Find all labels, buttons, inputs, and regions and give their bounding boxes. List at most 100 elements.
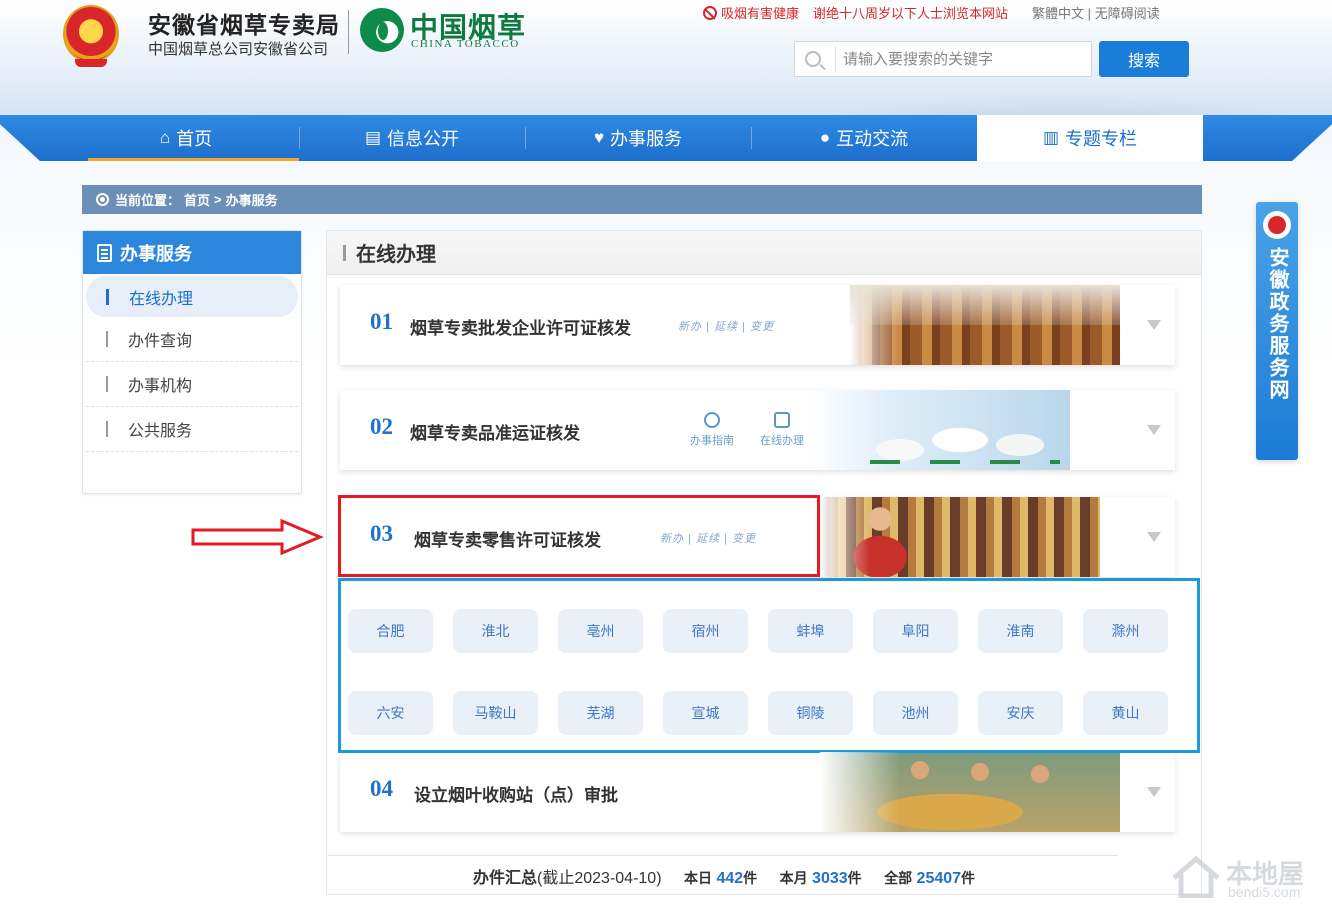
month-count: 3033 — [812, 870, 848, 887]
nav-home[interactable]: ⌂ 首页 — [73, 115, 299, 161]
compass-icon — [704, 412, 720, 428]
breadcrumb-prefix: 当前位置： — [115, 193, 181, 208]
sidebar-item-label: 公共服务 — [128, 423, 193, 440]
city-button-chizhou[interactable]: 池州 — [873, 691, 958, 735]
guide-link[interactable]: 办事指南 — [682, 412, 742, 448]
search-icon — [805, 51, 821, 67]
gov-service-logo-icon — [1263, 211, 1291, 239]
service-name: 烟草专卖品准运证核发 — [410, 424, 580, 443]
today-count: 442 — [716, 870, 744, 887]
service-card-03[interactable]: 03 烟草专卖零售许可证核发 新办 | 延续 | 变更 — [340, 497, 1175, 577]
heart-icon: ♥ — [593, 128, 605, 147]
location-icon — [96, 193, 109, 206]
chat-icon: ● — [819, 128, 831, 147]
breadcrumb-separator: > — [214, 192, 222, 207]
city-button-wuhu[interactable]: 芜湖 — [558, 691, 643, 735]
city-button-xuancheng[interactable]: 宣城 — [663, 691, 748, 735]
online-apply-label: 在线办理 — [760, 435, 804, 447]
city-button-tongling[interactable]: 铜陵 — [768, 691, 853, 735]
city-button-fuyang[interactable]: 阜阳 — [873, 609, 958, 653]
city-button-huangshan[interactable]: 黄山 — [1083, 691, 1168, 735]
china-tobacco-logo-icon — [360, 8, 404, 52]
city-button-luan[interactable]: 六安 — [348, 691, 433, 735]
service-card-01[interactable]: 01 烟草专卖批发企业许可证核发 新办 | 延续 | 变更 — [340, 285, 1175, 365]
sidebar-item-agencies[interactable]: 办事机构 — [86, 362, 298, 407]
nav-topics-label: 专题专栏 — [1065, 129, 1138, 149]
sidebar-header: 办事服务 — [83, 231, 301, 274]
health-notice: 吸烟有害健康 — [721, 6, 800, 21]
online-apply-link[interactable]: 在线办理 — [752, 412, 812, 448]
sidebar-bullet — [106, 331, 108, 347]
nav-interaction-label: 互动交流 — [836, 129, 909, 149]
link-separator: | — [1087, 6, 1092, 21]
breadcrumb-home[interactable]: 首页 — [184, 190, 210, 209]
search-button[interactable]: 搜索 — [1099, 41, 1189, 77]
city-button-huaibei[interactable]: 淮北 — [453, 609, 538, 653]
accessibility-link[interactable]: 无障碍阅读 — [1095, 6, 1160, 21]
expand-caret-icon[interactable] — [1147, 320, 1161, 330]
search-input[interactable] — [843, 45, 1083, 73]
today-label: 本日 — [683, 870, 712, 886]
service-number: 01 — [370, 309, 393, 334]
nav-interaction[interactable]: ● 互动交流 — [751, 115, 977, 161]
sidebar-item-public-services[interactable]: 公共服务 — [86, 407, 298, 452]
home-icon: ⌂ — [159, 128, 171, 147]
nav-services-label: 办事服务 — [610, 129, 683, 149]
book-icon: ▥ — [1042, 128, 1060, 147]
service-photo-warehouse — [850, 285, 1120, 365]
sidebar-item-label: 办件查询 — [128, 333, 193, 350]
breadcrumb-current[interactable]: 办事服务 — [226, 190, 278, 209]
today-unit: 件 — [743, 870, 758, 886]
pointer-arrow-icon — [191, 518, 324, 556]
summary-date: (截止2023-04-10) — [537, 870, 662, 887]
gov-service-banner[interactable]: 安徽政务服务网 — [1256, 202, 1298, 460]
sidebar-item-label: 在线办理 — [129, 290, 194, 308]
site-header: 安徽省烟草专卖局 中国烟草总公司安徽省公司 中国烟草 CHINA TOBACCO… — [0, 0, 1332, 115]
edit-form-icon — [774, 412, 790, 428]
service-number: 02 — [370, 414, 393, 439]
breadcrumb: 当前位置： 首页 > 办事服务 — [82, 185, 1202, 214]
sidebar-item-online[interactable]: 在线办理 — [86, 276, 298, 317]
national-emblem-icon — [63, 5, 119, 67]
nav-info-public[interactable]: ▤ 信息公开 — [299, 115, 525, 161]
total-unit: 件 — [961, 870, 976, 886]
month-unit: 件 — [847, 870, 862, 886]
info-icon: ▤ — [364, 128, 382, 147]
city-button-anqing[interactable]: 安庆 — [978, 691, 1063, 735]
city-button-bengbu[interactable]: 蚌埠 — [768, 609, 853, 653]
nav-special-topics[interactable]: ▥ 专题专栏 — [977, 115, 1203, 161]
city-button-bozhou[interactable]: 亳州 — [558, 609, 643, 653]
collapse-caret-icon[interactable] — [1147, 532, 1161, 542]
sidebar-item-query[interactable]: 办件查询 — [86, 317, 298, 362]
service-card-02[interactable]: 02 烟草专卖品准运证核发 办事指南 在线办理 — [340, 390, 1175, 470]
city-grid: 合肥 淮北 亳州 宿州 蚌埠 阜阳 淮南 滁州 六安 马鞍山 芜湖 宣城 铜陵 … — [340, 578, 1198, 752]
case-summary: 办件汇总(截止2023-04-10) 本日 442件 本月 3033件 全部 2… — [473, 864, 975, 888]
search-divider — [835, 46, 836, 72]
nav-services[interactable]: ♥ 办事服务 — [525, 115, 751, 161]
service-tags: 新办 | 延续 | 变更 — [678, 321, 774, 333]
city-button-suzhou[interactable]: 宿州 — [663, 609, 748, 653]
service-number: 04 — [370, 776, 393, 801]
service-photo-tobacco-leaf — [820, 752, 1120, 832]
no-smoking-icon — [703, 6, 717, 20]
nav-info-label: 信息公开 — [387, 129, 460, 149]
top-links: 吸烟有害健康 谢绝十八周岁以下人士浏览本网站 繁體中文 | 无障碍阅读 — [703, 3, 1160, 22]
city-button-maanshan[interactable]: 马鞍山 — [453, 691, 538, 735]
watermark-domain: bendi5.com — [1228, 884, 1301, 900]
expand-caret-icon[interactable] — [1147, 425, 1161, 435]
service-name: 烟草专卖零售许可证核发 — [414, 531, 601, 550]
sidebar-bullet — [106, 376, 108, 392]
sidebar-bullet — [106, 288, 109, 305]
panel-title-bar — [343, 244, 346, 261]
city-button-huainan[interactable]: 淮南 — [978, 609, 1063, 653]
watermark: 本地屋 bendi5.com — [1168, 850, 1318, 910]
service-card-04[interactable]: 04 设立烟叶收购站（点）审批 — [340, 752, 1175, 832]
city-button-chuzhou[interactable]: 滁州 — [1083, 609, 1168, 653]
summary-label: 办件汇总 — [473, 870, 538, 887]
guide-link-label: 办事指南 — [690, 435, 734, 447]
traditional-chinese-link[interactable]: 繁體中文 — [1032, 6, 1084, 21]
expand-caret-icon[interactable] — [1147, 787, 1161, 797]
brand-name-en: CHINA TOBACCO — [411, 38, 520, 50]
city-button-hefei[interactable]: 合肥 — [348, 609, 433, 653]
main-nav: ⌂ 首页 ▤ 信息公开 ♥ 办事服务 ● 互动交流 ▥ 专题专栏 — [73, 115, 1203, 161]
